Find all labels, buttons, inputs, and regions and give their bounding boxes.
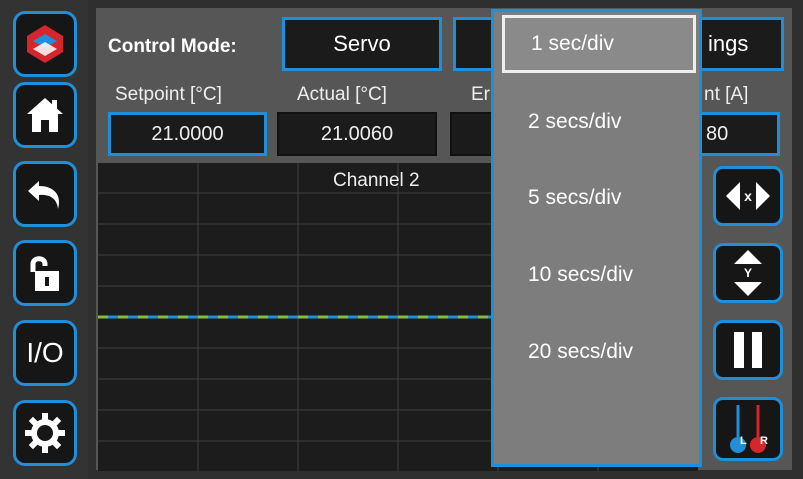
settings-button[interactable] xyxy=(13,400,77,466)
actual-label: Actual [°C] xyxy=(297,84,387,105)
control-mode-label: Control Mode: xyxy=(108,36,237,57)
current-value: 80 xyxy=(706,122,729,145)
zoom-y-button[interactable]: Y xyxy=(713,243,783,303)
y-axis-label: Y xyxy=(743,266,752,280)
error-field xyxy=(450,112,494,156)
actual-field: 21.0060 xyxy=(277,112,437,156)
io-button[interactable]: I/O xyxy=(13,320,77,386)
control-mode-select[interactable]: Servo xyxy=(282,17,442,71)
actual-value: 21.0060 xyxy=(320,122,394,145)
io-label: I/O xyxy=(26,337,64,368)
time-division-dropdown[interactable]: 1 sec/div 2 secs/div 5 secs/div 10 secs/… xyxy=(491,9,702,467)
right-probe-label: R xyxy=(760,435,768,447)
gear-icon xyxy=(25,413,65,453)
control-mode-value: Servo xyxy=(333,31,391,56)
unlock-icon xyxy=(30,256,59,291)
plot-title: Channel 2 xyxy=(333,170,420,191)
pause-button[interactable] xyxy=(713,320,783,380)
dropdown-option-2-secs[interactable]: 2 secs/div xyxy=(502,93,696,151)
settings-tab-button[interactable]: ings xyxy=(695,17,784,71)
back-button[interactable] xyxy=(13,161,77,227)
setpoint-label: Setpoint [°C] xyxy=(115,84,222,105)
logo-icon xyxy=(27,25,63,63)
left-probe-label: L xyxy=(740,435,747,447)
dropdown-option-5-secs[interactable]: 5 secs/div xyxy=(502,169,696,227)
dropdown-option-20-secs[interactable]: 20 secs/div xyxy=(502,323,696,381)
home-button[interactable] xyxy=(13,82,77,148)
undo-arrow-icon xyxy=(28,181,60,209)
x-axis-label: x xyxy=(744,188,752,204)
logo-button[interactable] xyxy=(13,11,77,77)
zoom-x-button[interactable]: x xyxy=(713,166,783,226)
pause-icon xyxy=(734,332,762,368)
probe-leads-icon xyxy=(730,405,766,453)
current-label: nt [A] xyxy=(704,84,749,105)
error-label: Er xyxy=(471,84,490,105)
setpoint-value: 21.0000 xyxy=(151,122,224,145)
current-field[interactable]: 80 xyxy=(695,112,780,156)
settings-tab-label: ings xyxy=(708,31,749,56)
unlock-button[interactable] xyxy=(13,240,77,306)
probe-button[interactable]: L R xyxy=(713,397,783,461)
dropdown-option-1-sec[interactable]: 1 sec/div xyxy=(502,15,696,73)
home-icon xyxy=(27,98,63,132)
setpoint-field[interactable]: 21.0000 xyxy=(108,112,267,156)
dropdown-option-10-secs[interactable]: 10 secs/div xyxy=(502,246,696,304)
